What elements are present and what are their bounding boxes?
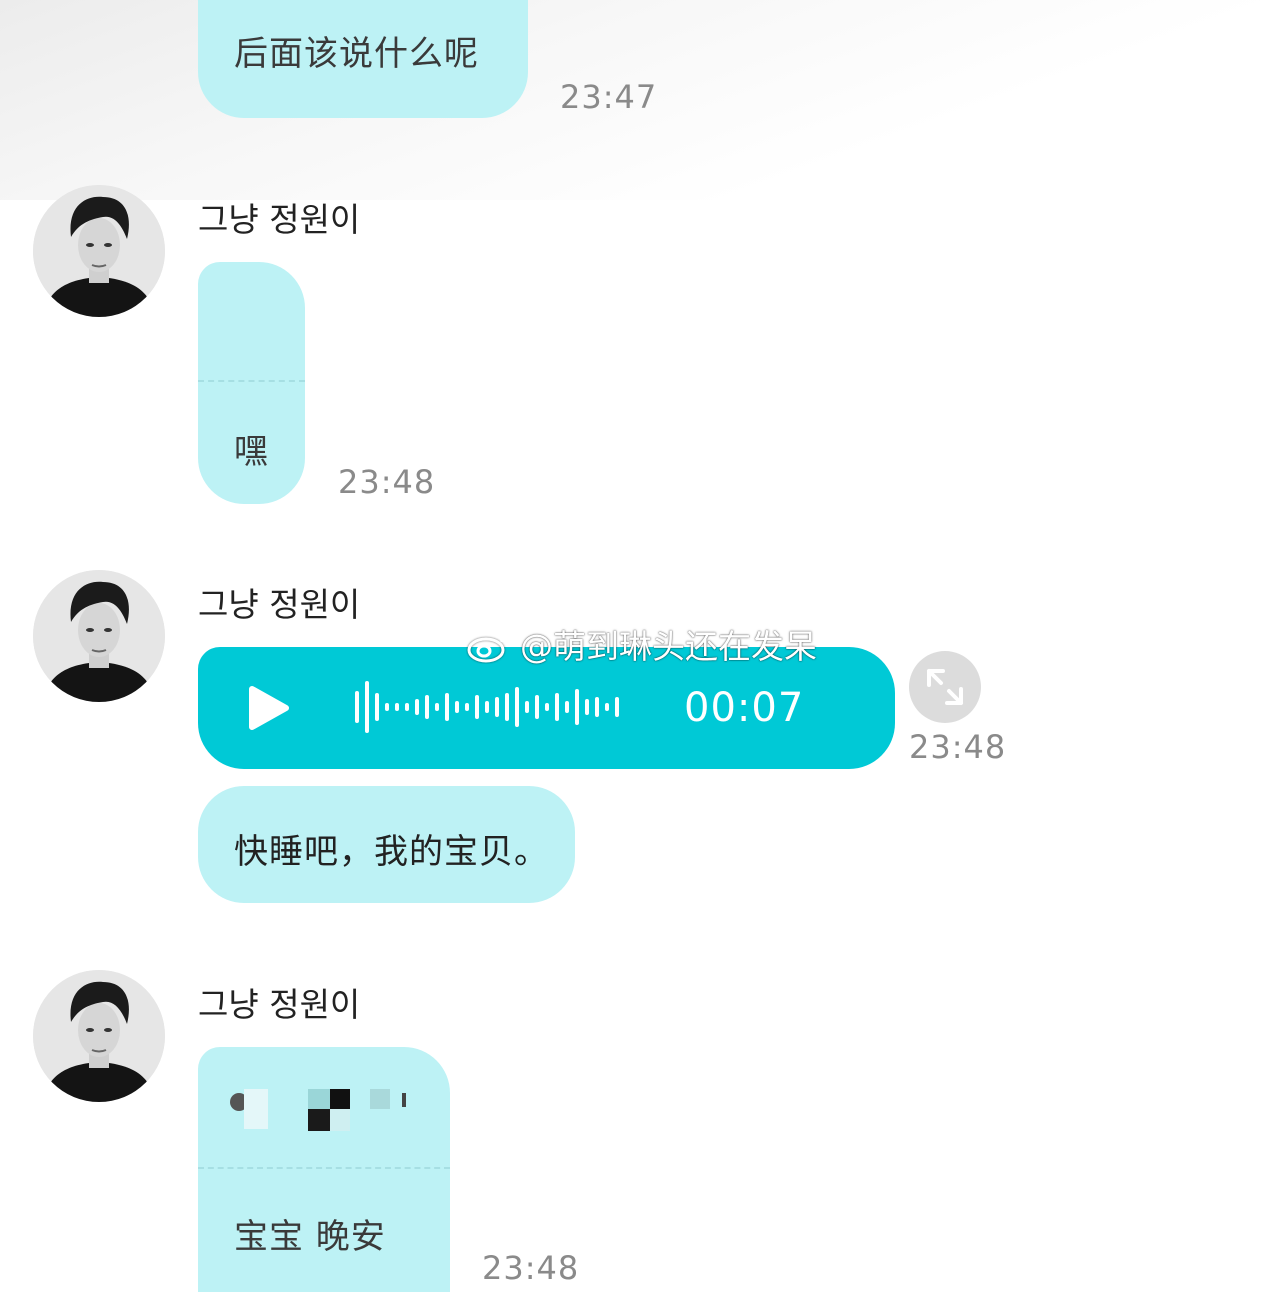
avatar-photo: [33, 970, 165, 1102]
message-bubble[interactable]: 快睡吧，我的宝贝。: [198, 786, 575, 903]
avatar[interactable]: [33, 185, 165, 317]
avatar[interactable]: [33, 970, 165, 1102]
message-bubble[interactable]: 嘿: [198, 262, 305, 504]
message-text: 宝宝 晚安: [234, 1217, 386, 1257]
avatar-photo: [33, 570, 165, 702]
quote-divider: [198, 1167, 450, 1169]
redacted-quote-mosaic: [198, 1047, 450, 1167]
sender-name: 그냥 정원이: [198, 200, 361, 239]
play-icon[interactable]: [246, 685, 292, 731]
waveform-icon: [355, 681, 619, 733]
avatar[interactable]: [33, 570, 165, 702]
message-text: 嘿: [234, 432, 269, 472]
expand-button[interactable]: [909, 651, 981, 723]
quote-divider: [198, 380, 305, 382]
message-bubble[interactable]: 宝宝 晚安: [198, 1047, 450, 1292]
weibo-icon: [467, 628, 510, 663]
message-time: 23:47: [560, 78, 658, 116]
watermark-text: @萌到琳头还在发呆: [520, 627, 817, 666]
message-time: 23:48: [482, 1249, 580, 1287]
expand-arrows-icon: [927, 669, 963, 705]
voice-duration: 00:07: [684, 685, 805, 731]
message-time: 23:48: [338, 463, 436, 501]
message-text: 快睡吧，我的宝贝。: [234, 832, 549, 872]
sender-name: 그냥 정원이: [198, 585, 361, 624]
message-text: 后面该说什么呢: [234, 34, 479, 74]
message-time: 23:48: [909, 728, 1007, 766]
sender-name: 그냥 정원이: [198, 985, 361, 1024]
message-bubble[interactable]: 后面该说什么呢: [198, 0, 528, 118]
avatar-photo: [33, 185, 165, 317]
watermark: @萌到琳头还在发呆: [466, 622, 817, 666]
